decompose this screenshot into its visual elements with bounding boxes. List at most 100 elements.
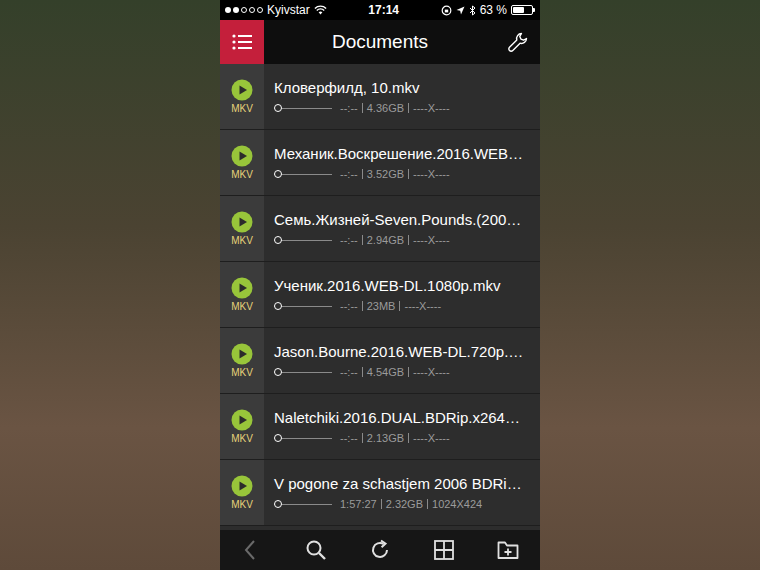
file-type-cell[interactable]: MKV (220, 130, 264, 195)
toolbar-button[interactable] (486, 530, 530, 570)
slider-track (274, 372, 332, 373)
new-folder-icon[interactable] (496, 538, 520, 562)
file-type-cell[interactable]: MKV (220, 64, 264, 129)
file-name: Семь.Жизней-Seven.Pounds.(200… (274, 210, 536, 229)
file-name: Кловерфилд, 10.mkv (274, 78, 536, 97)
file-row[interactable]: MKV Jason.Bourne.2016.WEB-DL.720p.…--:--4… (220, 328, 540, 394)
signal-dot (257, 7, 263, 13)
carrier: Kyivstar (267, 1, 310, 19)
file-info: Кловерфилд, 10.mkv--:--4.36GB----X---- (264, 64, 540, 129)
progress-slider[interactable] (274, 236, 332, 244)
file-size: 4.54GB (363, 365, 408, 379)
toolbar-button[interactable] (422, 530, 466, 570)
file-meta: --:--3.52GB----X---- (274, 167, 536, 181)
duration: --:-- (336, 365, 362, 379)
play-icon[interactable] (231, 211, 253, 233)
file-name: Ученик.2016.WEB-DL.1080p.mkv (274, 276, 536, 295)
clock: 17:14 (368, 1, 399, 19)
resolution: ----X---- (409, 167, 454, 181)
slider-knob[interactable] (274, 368, 282, 376)
title-area: Documents (264, 28, 496, 57)
battery-tip (533, 8, 535, 12)
slider-track (274, 174, 332, 175)
slider-knob[interactable] (274, 104, 282, 112)
progress-slider[interactable] (274, 368, 332, 376)
file-type-cell[interactable]: MKV (220, 262, 264, 327)
divider (362, 367, 363, 377)
play-icon[interactable] (231, 475, 253, 497)
file-info: Ученик.2016.WEB-DL.1080p.mkv--:--23MB---… (264, 262, 540, 327)
bluetooth-icon (469, 5, 476, 16)
nav-bar: Documents (220, 20, 540, 64)
format-label: MKV (231, 499, 253, 511)
slider-knob[interactable] (274, 236, 282, 244)
toolbar-button[interactable] (358, 530, 402, 570)
resolution: ----X---- (409, 431, 454, 445)
format-label: MKV (231, 433, 253, 445)
file-type-cell[interactable]: MKV (220, 394, 264, 459)
file-info: Jason.Bourne.2016.WEB-DL.720p.…--:--4.54… (264, 328, 540, 393)
file-size: 2.94GB (363, 233, 408, 247)
settings-button[interactable] (496, 20, 540, 64)
play-icon[interactable] (231, 277, 253, 299)
format-label: MKV (231, 103, 253, 115)
file-type-cell[interactable]: MKV (220, 328, 264, 393)
slider-knob[interactable] (274, 302, 282, 310)
divider (408, 433, 409, 443)
slider-track (274, 438, 332, 439)
wifi-icon (314, 5, 327, 15)
resolution: 1024X424 (428, 497, 486, 511)
format-label: MKV (231, 235, 253, 247)
toolbar-button[interactable] (294, 530, 338, 570)
progress-slider[interactable] (274, 434, 332, 442)
grid-icon[interactable] (432, 538, 456, 562)
signal-dot (225, 7, 231, 13)
file-type-cell[interactable]: MKV (220, 196, 264, 261)
play-icon[interactable] (231, 79, 253, 101)
slider-knob[interactable] (274, 170, 282, 178)
resolution: ----X---- (400, 299, 445, 313)
signal-dots (225, 7, 263, 13)
slider-knob[interactable] (274, 434, 282, 442)
list-icon (232, 34, 252, 50)
divider (362, 235, 363, 245)
file-row[interactable]: MKVМеханик.Воскрешение.2016.WEB…--:--3.5… (220, 130, 540, 196)
file-info: V pogone za schastjem 2006 BDRi…1:57:272… (264, 460, 540, 525)
progress-slider[interactable] (274, 500, 332, 508)
format-label: MKV (231, 301, 253, 313)
file-row[interactable]: MKV Семь.Жизней-Seven.Pounds.(200…--:--2.… (220, 196, 540, 262)
file-row[interactable]: MKV Ученик.2016.WEB-DL.1080p.mkv--:--23MB… (220, 262, 540, 328)
refresh-icon[interactable] (368, 538, 392, 562)
file-row[interactable]: MKV V pogone za schastjem 2006 BDRi…1:57:… (220, 460, 540, 526)
battery-percent: 63 % (480, 1, 507, 19)
divider (399, 301, 400, 311)
divider (408, 103, 409, 113)
resolution: ----X---- (409, 365, 454, 379)
play-icon[interactable] (231, 409, 253, 431)
file-size: 2.32GB (382, 497, 427, 511)
play-icon[interactable] (231, 343, 253, 365)
signal-dot (249, 7, 255, 13)
progress-slider[interactable] (274, 302, 332, 310)
progress-slider[interactable] (274, 104, 332, 112)
play-icon[interactable] (231, 145, 253, 167)
file-type-cell[interactable]: MKV (220, 460, 264, 525)
file-row[interactable]: MKVNaletchiki.2016.DUAL.BDRip.x264…--:--… (220, 394, 540, 460)
menu-button[interactable] (220, 20, 264, 64)
file-row[interactable]: MKVКловерфилд, 10.mkv--:--4.36GB----X---… (220, 64, 540, 130)
location-icon (456, 6, 465, 15)
divider (362, 433, 363, 443)
format-label: MKV (231, 367, 253, 379)
search-icon[interactable] (304, 538, 328, 562)
background-photo: Kyivstar 17:14 63 % Documents MKV Кловерфилд,… (0, 0, 760, 570)
signal-dot (241, 7, 247, 13)
bottom-toolbar (220, 530, 540, 570)
file-size: 3.52GB (363, 167, 408, 181)
slider-knob[interactable] (274, 500, 282, 508)
duration: --:-- (336, 101, 362, 115)
battery-fill (513, 7, 524, 13)
file-info: Семь.Жизней-Seven.Pounds.(200…--:--2.94G… (264, 196, 540, 261)
divider (381, 499, 382, 509)
status-left: Kyivstar (225, 1, 327, 19)
progress-slider[interactable] (274, 170, 332, 178)
